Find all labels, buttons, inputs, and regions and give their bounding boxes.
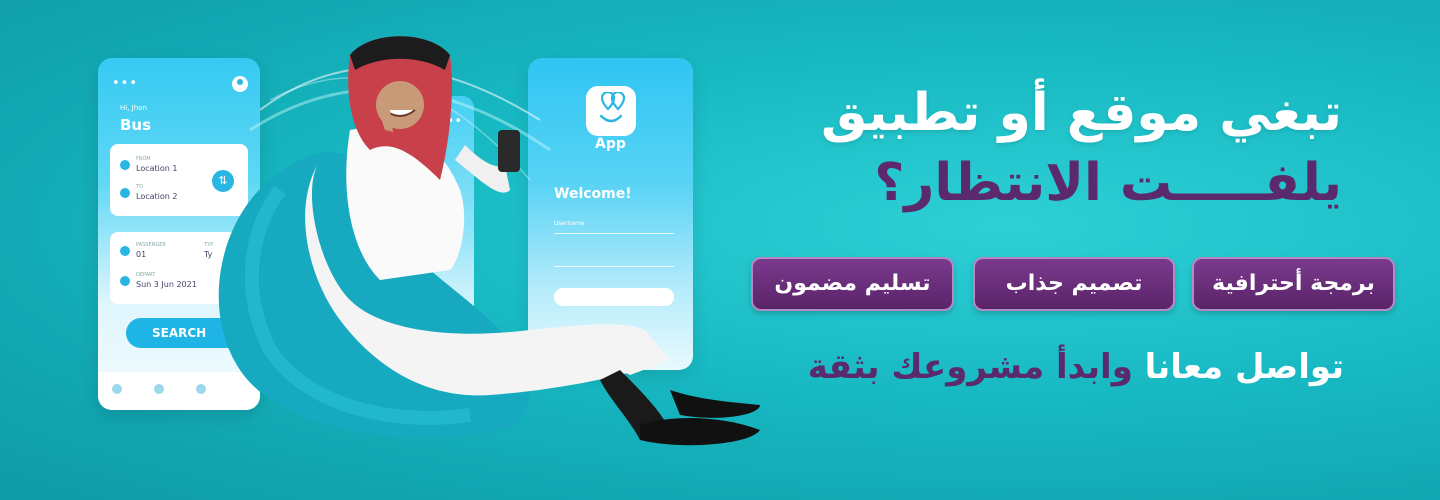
from-pin-icon <box>120 160 130 170</box>
menu-dots-icon: ••• <box>112 76 139 91</box>
app-title: Bus <box>120 116 152 134</box>
feature-pill-programming: برمجة أحترافية <box>1192 257 1395 311</box>
passenger-value: 01 <box>136 250 147 259</box>
calendar-icon <box>120 276 130 286</box>
to-pin-icon <box>120 188 130 198</box>
cta-purple-text: وابدأ مشروعك بثقة <box>807 347 1133 387</box>
to-label: TO <box>136 184 143 190</box>
feature-pills: برمجة أحترافية تصميم جذاب تسليم مضمون <box>745 257 1395 313</box>
headline: تبغي موقع أو تطبيق يلفـــــت الانتظار؟ <box>821 78 1342 218</box>
passenger-icon <box>120 246 130 256</box>
home-icon <box>112 384 122 394</box>
greeting-text: Hi, Jhon <box>120 104 147 112</box>
headline-line1: تبغي موقع أو تطبيق <box>820 83 1342 143</box>
depart-label: DEPART <box>136 272 156 278</box>
depart-value: Sun 3 Jun 2021 <box>136 280 197 289</box>
from-value: Location 1 <box>136 164 178 173</box>
call-to-action: تواصل معانا وابدأ مشروعك بثقة <box>808 342 1344 392</box>
passenger-label: PASSENGER <box>136 242 166 248</box>
feature-pill-design: تصميم جذاب <box>973 257 1175 311</box>
feature-pill-delivery: تسليم مضمون <box>751 257 954 311</box>
to-value: Location 2 <box>136 192 178 201</box>
cta-white-text: تواصل معانا <box>1144 347 1344 387</box>
from-label: FROM <box>136 156 151 162</box>
compass-icon <box>154 384 164 394</box>
headline-line2: يلفـــــت الانتظار؟ <box>874 153 1342 213</box>
man-on-beanbag-illustration <box>218 36 760 446</box>
promo-banner: ••• Hi, Jhon Bus FROM Location 1 TO Loca… <box>0 0 1440 500</box>
